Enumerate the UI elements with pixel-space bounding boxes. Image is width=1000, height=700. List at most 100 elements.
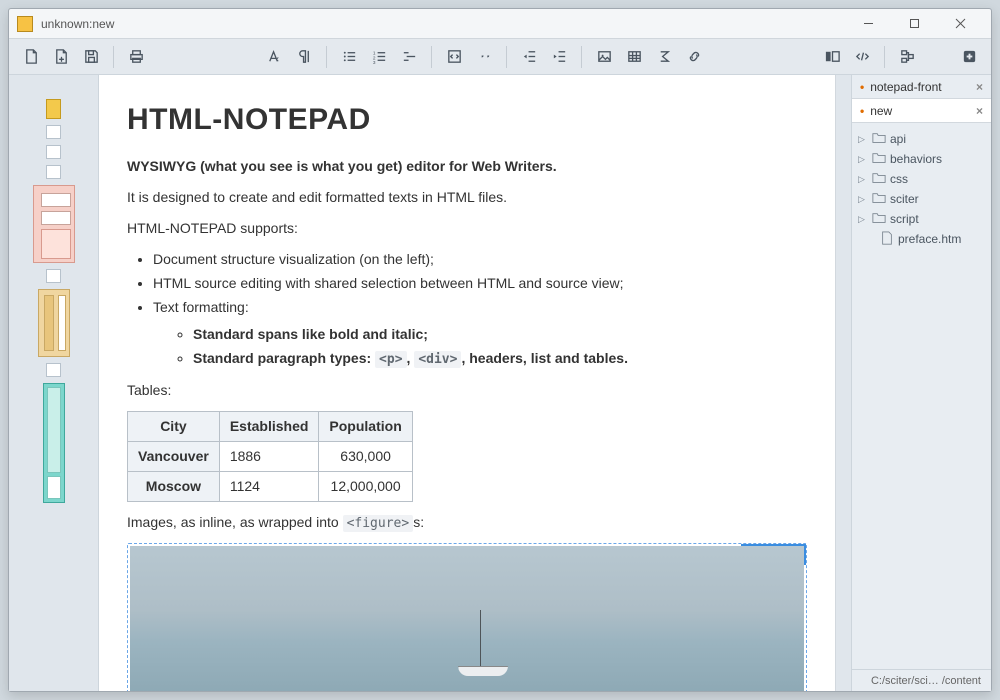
outline-group[interactable] — [33, 185, 75, 263]
status-bar: C:/sciter/sci… /content — [852, 669, 991, 691]
outline-panel[interactable] — [9, 75, 99, 691]
toolbar: 123 — [9, 39, 991, 75]
tree-folder[interactable]: ▷css — [858, 169, 985, 189]
outline-block[interactable] — [46, 145, 61, 159]
numbered-list-button[interactable]: 123 — [365, 43, 393, 71]
tab-notepad-front[interactable]: • notepad-front × — [852, 75, 991, 99]
definition-list-button[interactable] — [395, 43, 423, 71]
link-button[interactable] — [680, 43, 708, 71]
maximize-button[interactable] — [891, 9, 937, 39]
page[interactable]: HTML-NOTEPAD WYSIWYG (what you see is wh… — [99, 75, 835, 691]
outline-block[interactable] — [46, 99, 61, 119]
explorer-button[interactable] — [893, 43, 921, 71]
tree-folder[interactable]: ▷behaviors — [858, 149, 985, 169]
list-item: Document structure visualization (on the… — [153, 249, 807, 270]
inline-code: <div> — [414, 351, 461, 368]
side-panel: • notepad-front × • new × ▷api ▷behavior… — [851, 75, 991, 691]
expand-icon[interactable]: ▷ — [858, 214, 868, 225]
outline-block[interactable] — [46, 125, 61, 139]
tables-label: Tables: — [127, 380, 807, 401]
expand-icon[interactable]: ▷ — [858, 194, 868, 205]
close-tab-icon[interactable]: × — [976, 80, 983, 94]
app-window: unknown:new 123 — [8, 8, 992, 692]
dirty-indicator-icon: • — [860, 80, 864, 94]
table-cell: 1886 — [219, 441, 319, 471]
code-block-button[interactable] — [440, 43, 468, 71]
quote-button[interactable] — [470, 43, 498, 71]
indent-button[interactable] — [545, 43, 573, 71]
editor-area: HTML-NOTEPAD WYSIWYG (what you see is wh… — [99, 75, 851, 691]
list-item: Standard paragraph types: <p>, <div>, he… — [193, 348, 807, 370]
titlebar: unknown:new — [9, 9, 991, 39]
save-button[interactable] — [77, 43, 105, 71]
dedent-button[interactable] — [515, 43, 543, 71]
source-button[interactable] — [848, 43, 876, 71]
table-cell: Vancouver — [128, 441, 220, 471]
folder-icon — [872, 191, 886, 208]
list-item: Text formatting: Standard spans like bol… — [153, 297, 807, 370]
minimize-button[interactable] — [845, 9, 891, 39]
window-controls — [845, 9, 983, 39]
table-cell: 1124 — [219, 471, 319, 501]
page-title: HTML-NOTEPAD — [127, 97, 807, 142]
window-title: unknown:new — [41, 17, 845, 31]
tree-folder[interactable]: ▷sciter — [858, 189, 985, 209]
outline-group[interactable] — [43, 383, 65, 503]
close-button[interactable] — [937, 9, 983, 39]
inline-code: <p> — [375, 351, 406, 368]
expand-icon[interactable]: ▷ — [858, 154, 868, 165]
open-tabs: • notepad-front × • new × — [852, 75, 991, 123]
tree-folder[interactable]: ▷script — [858, 209, 985, 229]
tree-folder[interactable]: ▷api — [858, 129, 985, 149]
svg-text:3: 3 — [372, 60, 375, 65]
bullet-list-button[interactable] — [335, 43, 363, 71]
design-paragraph: It is designed to create and edit format… — [127, 187, 807, 208]
tab-label: new — [870, 104, 892, 118]
figure[interactable]: <figure> sample for notepad — [127, 543, 807, 691]
table-cell: 12,000,000 — [319, 471, 412, 501]
print-button[interactable] — [122, 43, 150, 71]
expand-icon[interactable]: ▷ — [858, 134, 868, 145]
outline-block[interactable] — [46, 165, 61, 179]
add-tab-button[interactable] — [955, 43, 983, 71]
feature-list: Document structure visualization (on the… — [127, 249, 807, 370]
outline-block[interactable] — [46, 269, 61, 283]
sailboat-icon — [480, 610, 481, 670]
list-item: HTML source editing with shared selectio… — [153, 273, 807, 294]
table-row: Vancouver 1886 630,000 — [128, 441, 413, 471]
lead-paragraph: WYSIWYG (what you see is what you get) e… — [127, 156, 807, 177]
table-cell: 630,000 — [319, 441, 412, 471]
expand-icon[interactable]: ▷ — [858, 174, 868, 185]
supports-paragraph: HTML-NOTEPAD supports: — [127, 218, 807, 239]
status-path: C:/sciter/sci… /content — [871, 675, 981, 687]
table-header: City — [128, 411, 220, 441]
table-header: Population — [319, 411, 412, 441]
tree-file[interactable]: preface.htm — [858, 229, 985, 249]
nav-toggle-button[interactable] — [818, 43, 846, 71]
folder-icon — [872, 171, 886, 188]
table-button[interactable] — [620, 43, 648, 71]
formula-button[interactable] — [650, 43, 678, 71]
outline-block[interactable] — [46, 363, 61, 377]
new-button[interactable] — [17, 43, 45, 71]
folder-icon — [872, 211, 886, 228]
tab-label: notepad-front — [870, 80, 941, 94]
image-button[interactable] — [590, 43, 618, 71]
images-label: Images, as inline, as wrapped into <figu… — [127, 512, 807, 534]
close-tab-icon[interactable]: × — [976, 104, 983, 118]
folder-icon — [872, 131, 886, 148]
tab-new[interactable]: • new × — [852, 99, 991, 123]
vertical-scrollbar[interactable] — [835, 75, 851, 691]
open-button[interactable] — [47, 43, 75, 71]
dirty-indicator-icon: • — [860, 104, 864, 118]
app-icon — [17, 16, 33, 32]
paragraph-button[interactable] — [290, 43, 318, 71]
inline-code: <figure> — [343, 515, 414, 532]
folder-icon — [872, 151, 886, 168]
table-cell: Moscow — [128, 471, 220, 501]
outline-group[interactable] — [38, 289, 70, 357]
font-button[interactable] — [260, 43, 288, 71]
figure-image — [130, 546, 804, 691]
workspace: HTML-NOTEPAD WYSIWYG (what you see is wh… — [9, 75, 991, 691]
file-tree: ▷api ▷behaviors ▷css ▷sciter ▷script pre… — [852, 123, 991, 255]
